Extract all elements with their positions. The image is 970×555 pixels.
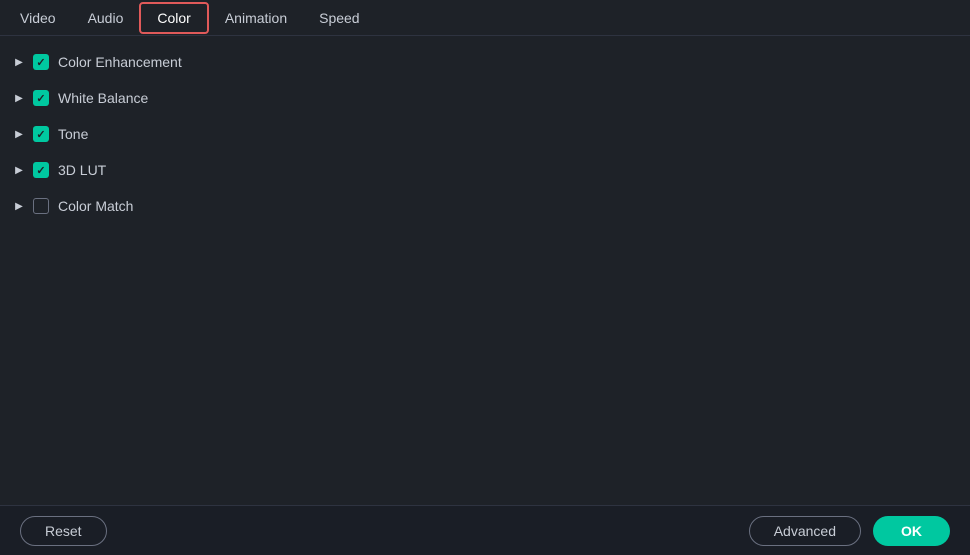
nav-bar: Video Audio Color Animation Speed: [0, 0, 970, 36]
checkbox-checked-color-enhancement: [33, 54, 49, 70]
chevron-icon-color-enhancement: ▶: [12, 55, 26, 69]
checkbox-3d-lut[interactable]: [32, 161, 50, 179]
nav-label-speed: Speed: [319, 10, 359, 26]
chevron-icon-tone: ▶: [12, 127, 26, 141]
section-label-white-balance: White Balance: [58, 90, 148, 106]
nav-label-audio: Audio: [88, 10, 124, 26]
section-row-white-balance[interactable]: ▶ White Balance: [0, 80, 970, 116]
reset-button[interactable]: Reset: [20, 516, 107, 546]
nav-label-color: Color: [157, 10, 190, 26]
section-row-color-match[interactable]: ▶ Color Match: [0, 188, 970, 224]
chevron-icon-white-balance: ▶: [12, 91, 26, 105]
checkbox-tone[interactable]: [32, 125, 50, 143]
section-label-tone: Tone: [58, 126, 88, 142]
section-row-color-enhancement[interactable]: ▶ Color Enhancement: [0, 44, 970, 80]
section-label-color-enhancement: Color Enhancement: [58, 54, 182, 70]
bottom-right-buttons: Advanced OK: [749, 516, 950, 546]
chevron-icon-color-match: ▶: [12, 199, 26, 213]
main-content: ▶ Color Enhancement ▶ White Balance ▶ To…: [0, 36, 970, 232]
checkbox-checked-3d-lut: [33, 162, 49, 178]
checkbox-color-enhancement[interactable]: [32, 53, 50, 71]
section-row-3d-lut[interactable]: ▶ 3D LUT: [0, 152, 970, 188]
nav-item-speed[interactable]: Speed: [303, 2, 375, 34]
checkbox-checked-tone: [33, 126, 49, 142]
ok-button[interactable]: OK: [873, 516, 950, 546]
nav-label-animation: Animation: [225, 10, 287, 26]
section-label-3d-lut: 3D LUT: [58, 162, 106, 178]
nav-item-color[interactable]: Color: [139, 2, 208, 34]
checkbox-checked-white-balance: [33, 90, 49, 106]
nav-item-audio[interactable]: Audio: [72, 2, 140, 34]
bottom-bar: Reset Advanced OK: [0, 505, 970, 555]
checkbox-white-balance[interactable]: [32, 89, 50, 107]
section-row-tone[interactable]: ▶ Tone: [0, 116, 970, 152]
nav-label-video: Video: [20, 10, 56, 26]
nav-item-video[interactable]: Video: [4, 2, 72, 34]
checkbox-color-match[interactable]: [32, 197, 50, 215]
nav-item-animation[interactable]: Animation: [209, 2, 303, 34]
section-label-color-match: Color Match: [58, 198, 133, 214]
checkbox-unchecked-color-match: [33, 198, 49, 214]
chevron-icon-3d-lut: ▶: [12, 163, 26, 177]
advanced-button[interactable]: Advanced: [749, 516, 861, 546]
